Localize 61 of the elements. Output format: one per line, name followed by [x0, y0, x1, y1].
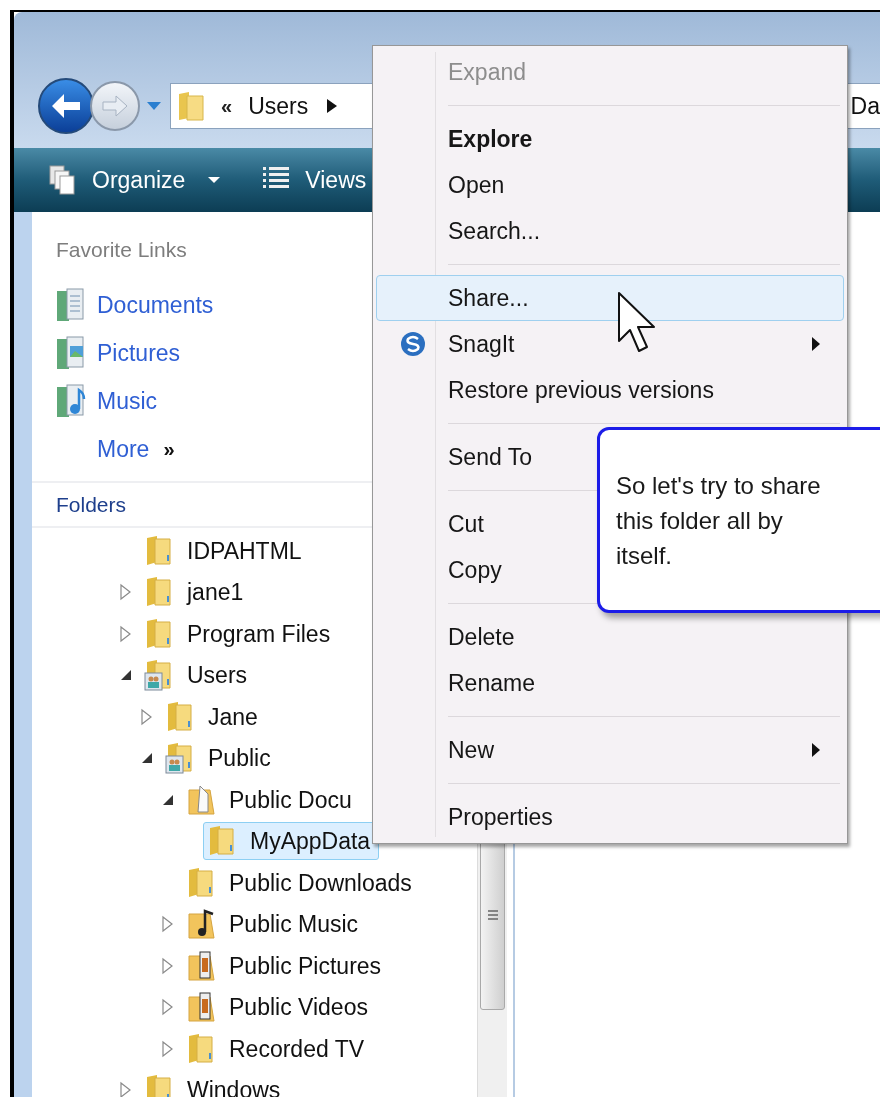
- swirl-icon: [399, 331, 426, 357]
- folder-music-icon: [186, 908, 216, 941]
- folder-icon: [186, 866, 216, 899]
- submenu-arrow-icon: [811, 336, 821, 352]
- more-link[interactable]: More: [97, 431, 150, 467]
- tree-item[interactable]: Program Files: [140, 614, 340, 653]
- right-arrow-icon: [102, 95, 128, 117]
- toolbar-button[interactable]: Organize: [48, 157, 222, 203]
- menu-item[interactable]: Restore previous versions: [376, 367, 844, 413]
- tree-item[interactable]: Public Docu: [182, 780, 361, 819]
- tree-item[interactable]: Public: [161, 739, 280, 778]
- tree-item[interactable]: Public Music: [182, 905, 368, 944]
- menu-item[interactable]: Delete: [376, 614, 844, 660]
- menu-item[interactable]: Explore: [376, 116, 844, 162]
- music-book-icon[interactable]: [56, 384, 86, 418]
- menu-item[interactable]: Rename: [376, 660, 844, 706]
- folder-icon: [144, 617, 174, 650]
- tree-item[interactable]: IDPAHTML: [140, 531, 311, 570]
- left-arrow-icon: [51, 93, 81, 119]
- picture-book-icon[interactable]: [56, 336, 86, 370]
- favorite-link[interactable]: Documents: [97, 287, 214, 323]
- menu-item[interactable]: New: [376, 727, 844, 773]
- chevron[interactable]: »: [163, 434, 175, 464]
- menu-item[interactable]: Share...: [376, 275, 844, 321]
- folder-icon: [144, 576, 174, 609]
- folder-icon: [165, 700, 195, 733]
- folder-icon: [144, 1074, 174, 1097]
- folder-icon: [207, 825, 237, 858]
- folder-document-icon: [186, 783, 216, 816]
- folder-picture-icon: [186, 949, 216, 982]
- folder-people-icon: [165, 742, 195, 775]
- folder-icon: [186, 1032, 216, 1065]
- grip-icon: [486, 909, 499, 921]
- menu-item[interactable]: Open: [376, 162, 844, 208]
- toolbar-button[interactable]: Views: [261, 157, 367, 203]
- pages-icon: [48, 164, 78, 196]
- tree-item[interactable]: Users: [140, 656, 257, 695]
- breadcrumb[interactable]: Da: [849, 88, 880, 124]
- note-text: So let's try to share this folder all by itself.: [616, 471, 822, 571]
- tree-item[interactable]: Public Videos: [182, 988, 377, 1027]
- menu-item[interactable]: Search...: [376, 208, 844, 254]
- folder-icon: [144, 534, 174, 567]
- tree-item[interactable]: jane1: [140, 573, 253, 612]
- overflow-chevron[interactable]: «: [221, 91, 233, 121]
- folder-picture-icon: [186, 991, 216, 1024]
- folder-icon: [177, 90, 205, 122]
- submenu-arrow-icon: [811, 742, 821, 758]
- caret-icon: [207, 176, 222, 184]
- document-book-icon[interactable]: [56, 288, 86, 322]
- back-button[interactable]: [38, 78, 94, 134]
- breadcrumb-arrow-icon[interactable]: [326, 98, 339, 114]
- favorite-link[interactable]: Pictures: [97, 335, 181, 371]
- tree-item[interactable]: Public Downloads: [182, 863, 421, 902]
- folder-people-icon: [144, 659, 174, 692]
- dropdown-caret-icon[interactable]: [146, 101, 162, 111]
- favorite-link[interactable]: Music: [97, 383, 158, 419]
- tree-item[interactable]: MyAppData: [203, 822, 380, 861]
- tree-item[interactable]: Recorded TV: [182, 1029, 374, 1068]
- tree-item[interactable]: Public Pictures: [182, 946, 391, 985]
- tree-item[interactable]: Jane: [161, 697, 267, 736]
- breadcrumb[interactable]: Users: [248, 88, 309, 124]
